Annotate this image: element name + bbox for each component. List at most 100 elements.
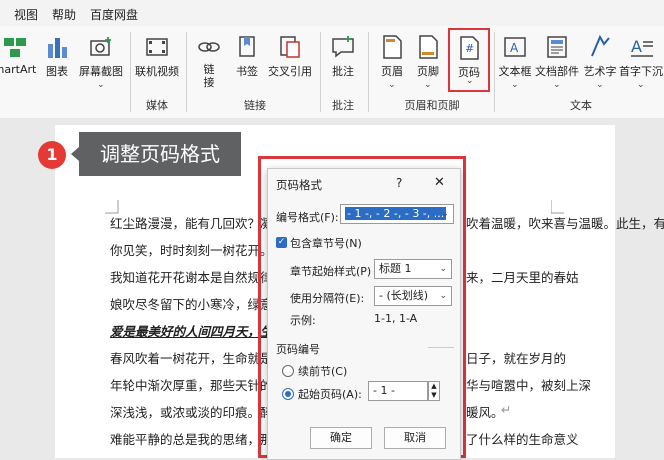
document-line: 你见笑，时时刻刻一树花开。 <box>110 243 273 258</box>
start-at-radio[interactable] <box>282 388 294 400</box>
chevron-down-icon: ⌄ <box>466 76 474 86</box>
wordart-label: 艺术字 <box>583 65 617 78</box>
ribbon-separator <box>130 32 131 112</box>
comment-icon <box>330 34 356 60</box>
page-numbering-label: 页码编号 <box>276 343 320 356</box>
chevron-down-icon: ⌄ <box>388 80 396 90</box>
chevron-down-icon: ⌄ <box>511 80 519 90</box>
document-line: 爱是最美好的人间四月天，生 <box>110 324 273 339</box>
smartart-button[interactable]: martArt <box>0 34 38 76</box>
link-icon <box>196 34 222 60</box>
ribbon-separator <box>186 32 187 112</box>
document-line: 红尘路漫漫，能有几回欢？凝 <box>110 216 273 231</box>
comment-label: 批注 <box>332 65 354 78</box>
group-divider <box>428 347 454 348</box>
textbox-button[interactable]: A 文本框 ⌄ <box>498 34 532 90</box>
smartart-label: martArt <box>0 63 37 76</box>
start-at-spinner[interactable]: ▲ ▼ <box>428 381 440 401</box>
close-icon[interactable]: ✕ <box>434 175 445 190</box>
svg-text:#: # <box>465 42 474 55</box>
screenshot-button[interactable]: 屏幕截图 ⌄ <box>76 34 126 90</box>
document-parts-button[interactable]: 文档部件 ⌄ <box>534 34 580 90</box>
number-format-label: 编号格式(F): <box>276 211 339 224</box>
continue-radio[interactable] <box>282 365 294 377</box>
cross-reference-button[interactable]: 交叉引用 <box>266 34 314 79</box>
document-line-right: 暖风。 <box>466 405 504 420</box>
number-format-select[interactable]: - 1 -, - 2 -, - 3 -, ... ⌄ <box>340 204 454 224</box>
help-icon[interactable]: ? <box>396 176 402 190</box>
online-video-label: 联机视频 <box>135 65 179 78</box>
ribbon-separator <box>320 32 321 112</box>
footer-label: 页脚 <box>417 65 439 78</box>
start-at-input[interactable]: - 1 - <box>368 381 428 401</box>
svg-text:A: A <box>631 37 642 56</box>
group-label-comments: 批注 <box>332 99 354 112</box>
include-chapter-label: 包含章节号(N) <box>290 237 362 250</box>
continue-label: 续前节(C) <box>298 365 348 378</box>
number-format-value: - 1 -, - 2 -, - 3 -, ... <box>345 207 447 220</box>
include-chapter-checkbox[interactable]: ✓ <box>276 237 287 248</box>
bookmark-button[interactable]: 书签 <box>232 34 262 79</box>
paragraph-mark: ↵ <box>568 429 579 444</box>
group-label-links: 链接 <box>244 99 266 112</box>
document-parts-label: 文档部件 <box>535 65 579 78</box>
separator-select[interactable]: - (长划线) ⌄ <box>374 286 452 306</box>
document-line-right: 华与喧嚣中，被刻上深 <box>466 378 592 393</box>
example-value: 1-1, 1-A <box>374 312 418 325</box>
svg-text:A: A <box>510 41 519 55</box>
separator-label: 使用分隔符(E): <box>290 292 365 305</box>
page-number-button[interactable]: # 页码 ⌄ <box>448 28 490 92</box>
document-line-right: 日子，就在岁月的 <box>466 351 567 366</box>
cross-reference-label: 交叉引用 <box>268 65 312 78</box>
cross-reference-icon <box>277 34 303 60</box>
chevron-down-icon: ⌄ <box>439 264 447 274</box>
group-label-text: 文本 <box>570 99 592 112</box>
footer-icon <box>415 34 441 60</box>
drop-cap-button[interactable]: A 首字下沉 ⌄ <box>618 34 664 90</box>
cancel-button[interactable]: 取消 <box>384 427 446 449</box>
footer-button[interactable]: 页脚 ⌄ <box>412 34 444 90</box>
document-line: 年轮中渐次厚重，那些天针的 <box>110 378 273 393</box>
bookmark-label: 书签 <box>236 65 258 78</box>
ribbon-separator <box>494 32 495 112</box>
menu-help[interactable]: 帮助 <box>52 6 76 23</box>
chevron-down-icon: ⌄ <box>97 80 105 90</box>
chapter-style-label: 章节起始样式(P) <box>290 265 372 278</box>
step-callout-label: 调整页码格式 <box>71 132 241 176</box>
document-line: 深浅浅，或浓或淡的印痕。醉 <box>110 405 273 420</box>
wordart-button[interactable]: 艺术字 ⌄ <box>582 34 618 90</box>
link-label: 链 接 <box>203 63 215 89</box>
page-number-icon: # <box>456 35 482 61</box>
chevron-down-icon: ⌄ <box>439 291 447 301</box>
document-line: 难能平静的总是我的思绪，那 <box>110 432 273 447</box>
menu-view[interactable]: 视图 <box>14 6 38 23</box>
film-icon <box>144 34 170 60</box>
step-number-badge: 1 <box>38 141 66 169</box>
example-label: 示例: <box>290 314 316 327</box>
online-video-button[interactable]: 联机视频 <box>134 34 180 79</box>
header-icon <box>379 34 405 60</box>
chevron-down-icon: ⌄ <box>637 80 645 90</box>
chapter-style-select[interactable]: 标题 1 ⌄ <box>374 259 452 279</box>
comment-button[interactable]: 批注 <box>328 34 358 79</box>
ok-button[interactable]: 确定 <box>310 427 372 449</box>
dialog-title: 页码格式 <box>276 178 322 192</box>
document-line-right: 了什么样的生命意义 <box>466 432 579 447</box>
chart-button[interactable]: 图表 <box>42 34 72 79</box>
chevron-down-icon: ⌄ <box>424 80 432 90</box>
chapter-style-value: 标题 1 <box>379 262 412 275</box>
bookmark-icon <box>234 34 260 60</box>
start-at-label: 起始页码(A): <box>298 388 362 401</box>
wordart-icon <box>587 34 613 60</box>
link-button[interactable]: 链 接 <box>196 34 222 89</box>
header-button[interactable]: 页眉 ⌄ <box>376 34 408 90</box>
drop-cap-icon: A <box>628 34 654 60</box>
margin-corner-mark <box>551 200 564 214</box>
paragraph-mark: ↵ <box>501 402 512 417</box>
menu-baidu-netdisk[interactable]: 百度网盘 <box>90 6 138 23</box>
document-line-right: 吹着温暖，吹来喜与温暖。此生，有 <box>466 216 664 231</box>
bar-chart-icon <box>44 34 70 60</box>
separator-value: - (长划线) <box>379 289 429 302</box>
document-parts-icon <box>544 34 570 60</box>
document-line-right: 来，二月天里的春姑 <box>466 270 579 285</box>
